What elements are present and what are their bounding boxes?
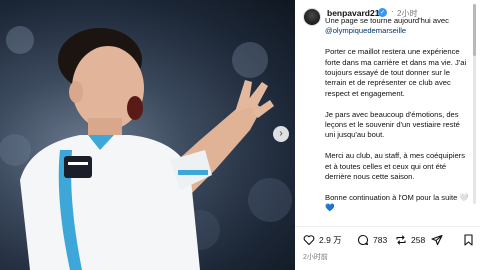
bookmark-icon <box>464 234 473 246</box>
action-bar: 2.9 万 783 258 <box>303 232 475 248</box>
post-photo: › <box>0 0 295 270</box>
like-button[interactable]: 2.9 万 <box>303 232 342 248</box>
repost-icon <box>396 235 406 245</box>
divider <box>295 226 480 227</box>
comment-button[interactable]: 783 <box>357 232 387 248</box>
caption-paragraph: Bonne continuation à l'OM pour la suite … <box>325 192 469 213</box>
heart-icon <box>303 235 315 246</box>
mention-link[interactable]: @olympiquedemarseille <box>325 26 406 35</box>
caption-lead-paragraph: Une page se tourne aujourd'hui avec @oly… <box>325 16 471 37</box>
reposts-count: 258 <box>411 235 426 245</box>
caption-lead: Une page se tourne aujourd'hui avec <box>325 16 449 25</box>
post-timestamp: 2小时前 <box>303 254 328 261</box>
post-panel: benpavard21 ✓ · 2小时 Une page se tourne a… <box>295 0 480 270</box>
next-arrow-icon[interactable]: › <box>273 126 289 142</box>
player-celebrating-image <box>0 26 292 270</box>
comment-icon <box>357 234 369 246</box>
repost-button[interactable]: 258 <box>395 232 425 248</box>
save-button[interactable] <box>463 232 474 248</box>
separator-dot: · <box>391 7 394 16</box>
avatar[interactable] <box>303 8 321 26</box>
scrollbar-thumb[interactable] <box>473 4 476 56</box>
caption-paragraph: Porter ce maillot restera une expérience… <box>325 47 467 98</box>
share-icon <box>431 234 443 246</box>
comments-count: 783 <box>373 235 388 245</box>
caption-paragraph: Je pars avec beaucoup d'émotions, des le… <box>325 109 460 140</box>
likes-count: 2.9 万 <box>319 235 342 245</box>
share-button[interactable] <box>431 232 443 248</box>
caption: Une page se tourne aujourd'hui avec @oly… <box>325 16 471 228</box>
caption-paragraph: Merci au club, au staff, à mes coéquipie… <box>325 151 465 182</box>
